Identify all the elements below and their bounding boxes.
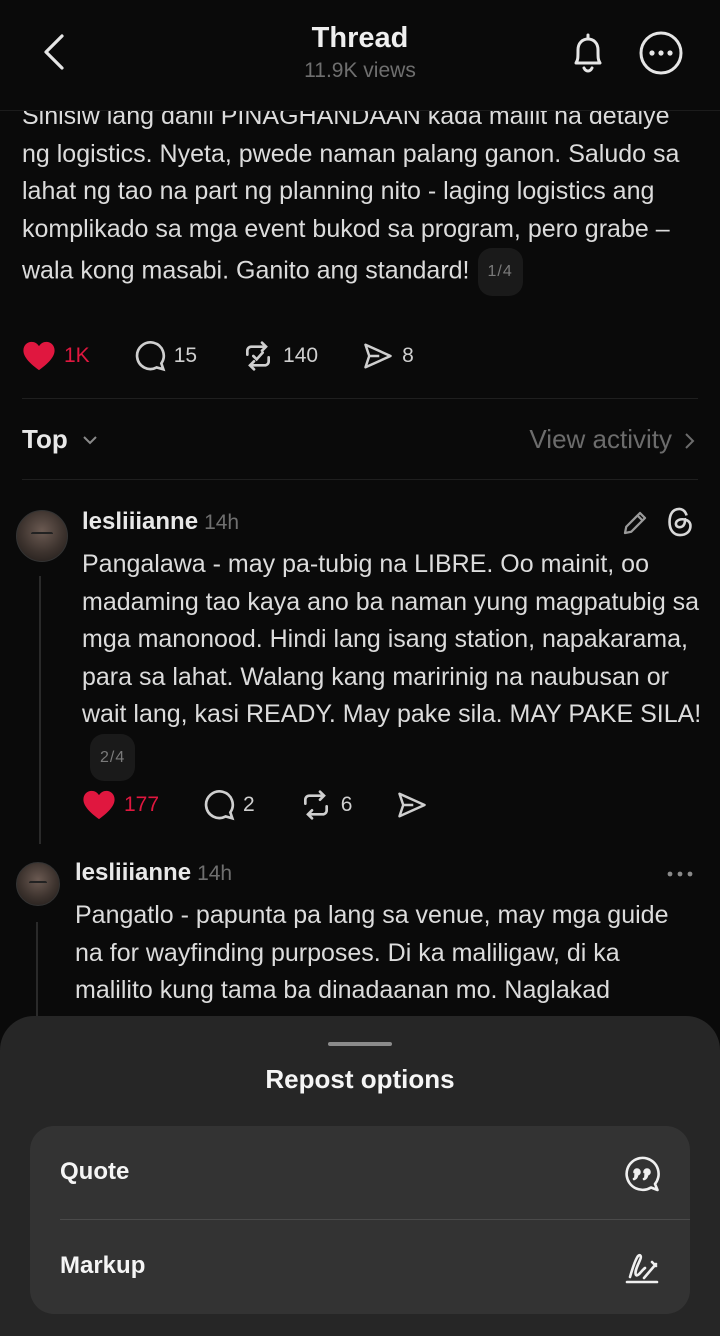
share-button[interactable]: 8 [362,341,414,371]
markup-icon [625,1253,659,1284]
reply-username[interactable]: lesliiianne 14h [75,859,232,887]
comment-button[interactable]: 2 [203,789,255,821]
repost-count: 6 [340,793,353,816]
thread-line [36,922,38,1022]
reply-text: Pangalawa - may pa-tubig na LIBRE. Oo ma… [82,546,702,781]
repost-icon [246,341,271,371]
share-button[interactable] [396,790,436,820]
post-pager: 1/4 [477,248,523,296]
bell-icon[interactable] [566,30,610,76]
divider [22,398,698,399]
chevron-down-icon [83,436,97,445]
more-horizontal-icon[interactable] [664,862,696,886]
markup-option[interactable]: Markup [30,1220,690,1314]
options-card: Quote Markup [30,1126,690,1314]
like-button[interactable]: 177 [82,789,159,821]
reply-pager: 2/4 [90,733,136,781]
post-text: Sinisiw lang danil PINAGHANDAAN kada mal… [22,98,702,296]
divider [22,479,698,480]
avatar[interactable] [16,510,68,562]
view-count: 11.9K views [304,59,416,82]
pencil-icon[interactable] [620,508,650,538]
reply-text: Pangatlo - papunta pa lang sa venue, may… [75,901,669,1004]
post-actions: 1K 15 140 8 [22,336,458,376]
chevron-right-icon [685,433,695,449]
like-count: 177 [124,793,160,816]
repost-options-sheet: Repost options Quote Markup [0,1016,720,1336]
reply-username[interactable]: lesliiianne 14h [82,508,239,536]
avatar[interactable] [16,862,60,906]
reply-time: 14h [204,511,240,534]
share-count: 8 [402,344,414,367]
send-icon [364,343,392,369]
threads-logo-icon[interactable] [664,505,696,539]
drag-handle[interactable] [328,1042,392,1046]
heart-icon [23,341,55,371]
sort-row: Top View activity [22,420,698,460]
comment-button[interactable]: 15 [134,340,197,372]
comment-icon [204,790,235,821]
comment-count: 15 [173,344,198,367]
more-circle-icon[interactable] [638,30,684,76]
repost-count: 140 [283,344,319,367]
quote-label: Quote [60,1158,130,1185]
heart-icon [83,790,115,820]
view-activity-link[interactable]: View activity [529,424,672,455]
sheet-title: Repost options [265,1064,455,1094]
repost-icon [303,790,328,820]
quote-option[interactable]: Quote [30,1126,690,1220]
comment-icon [135,341,166,372]
like-count: 1K [64,344,90,367]
like-button[interactable]: 1K [22,340,90,372]
top-bar: Thread 11.9K views [0,0,720,111]
thread-line [39,576,41,844]
reply-time: 14h [197,862,233,885]
comment-count: 2 [243,793,255,816]
send-icon [398,792,427,818]
markup-label: Markup [60,1252,146,1279]
repost-button[interactable]: 140 [241,340,318,372]
repost-button[interactable]: 6 [299,789,353,821]
quote-icon [625,1156,660,1192]
sort-dropdown[interactable]: Top [22,424,68,455]
reply-actions: 177 2 6 [82,785,480,825]
page-title: Thread [311,22,409,54]
